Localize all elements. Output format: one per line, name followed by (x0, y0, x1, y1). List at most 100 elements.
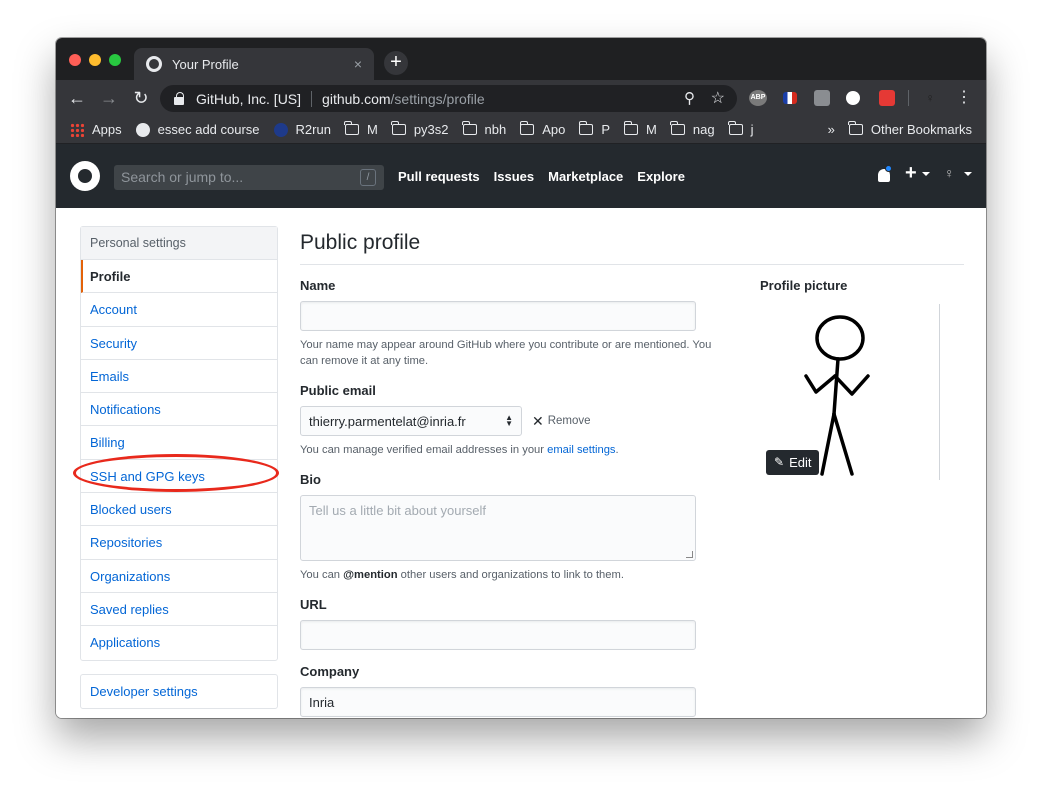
address-bar[interactable]: GitHub, Inc. [US] github.com/settings/pr… (160, 85, 737, 112)
sidebar-item-repositories[interactable]: Repositories (81, 526, 277, 560)
email-note-text: You can manage verified email addresses … (300, 444, 548, 456)
header-nav: Pull requests Issues Marketplace Explore (398, 144, 699, 208)
email-settings-link[interactable]: email settings (547, 444, 615, 456)
bookmark-label: essec add course (157, 122, 260, 137)
tab-strip: Your Profile × + (56, 38, 986, 80)
email-label: Public email (300, 383, 376, 398)
bio-note-mention: @mention (343, 569, 398, 581)
bookmark-folder[interactable]: P (578, 121, 611, 137)
bookmark-folder[interactable]: M (623, 121, 657, 137)
bookmark-label: Apo (542, 122, 566, 137)
sidebar-item-organizations[interactable]: Organizations (81, 560, 277, 593)
minimize-window-button[interactable] (89, 54, 101, 66)
bookmark-folder[interactable]: nbh (462, 121, 506, 137)
browser-toolbar: ← → ↻ GitHub, Inc. [US] github.com/setti… (56, 80, 986, 116)
french-flag-extension-icon[interactable] (783, 92, 797, 104)
folder-icon (391, 121, 406, 135)
name-field[interactable] (300, 301, 696, 331)
sidebar-item-notifications[interactable]: Notifications (81, 393, 277, 427)
sidebar-item-applications[interactable]: Applications (81, 626, 277, 659)
email-note-period: . (615, 444, 619, 456)
chevron-down-icon[interactable] (922, 172, 930, 176)
main-panel: Public profile Name Your name may appear… (300, 226, 964, 717)
r2run-favicon-icon (273, 122, 288, 137)
url-label: URL (300, 597, 327, 612)
bookmark-folder[interactable]: Apo (519, 121, 566, 137)
forward-arrow-icon[interactable]: → (98, 87, 120, 109)
folder-icon (623, 121, 639, 135)
nav-marketplace[interactable]: Marketplace (548, 169, 623, 184)
sidebar-item-ssh-gpg-keys[interactable]: SSH and GPG keys (81, 460, 277, 494)
nav-issues[interactable]: Issues (494, 169, 534, 184)
user-avatar[interactable]: ♀ (944, 165, 958, 185)
bookmark-label: Apps (92, 122, 122, 137)
bookmark-star-icon[interactable]: ☆ (711, 88, 725, 108)
folder-icon (670, 121, 685, 135)
sidebar-item-billing[interactable]: Billing (81, 426, 277, 460)
sidebar-item-security[interactable]: Security (81, 327, 277, 360)
kebab-menu-icon[interactable]: ⋮ (956, 87, 972, 109)
github-logo-icon[interactable] (70, 161, 100, 191)
sidebar-item-profile[interactable]: Profile (81, 260, 277, 294)
bookmark-essec[interactable]: essec add course (135, 122, 260, 137)
search-input[interactable]: Search or jump to... / (114, 165, 384, 190)
edit-picture-button[interactable]: ✎ Edit (766, 450, 820, 475)
bookmark-apps[interactable]: Apps (70, 122, 122, 137)
url-field[interactable] (300, 620, 696, 650)
browser-window: Your Profile × + ← → ↻ GitHub, Inc. [US]… (56, 38, 986, 718)
bookmark-folder[interactable]: nag (670, 121, 715, 137)
close-window-button[interactable] (69, 54, 81, 66)
nav-pull-requests[interactable]: Pull requests (398, 169, 480, 184)
bookmark-folder[interactable]: py3s2 (391, 121, 449, 137)
bookmark-r2run[interactable]: R2run (273, 122, 331, 137)
bio-textarea[interactable]: Tell us a little bit about yourself (300, 495, 696, 561)
reload-icon[interactable]: ↻ (130, 87, 152, 109)
search-shortcut-badge: / (360, 169, 376, 186)
sidebar-item-developer-settings[interactable]: Developer settings (80, 673, 278, 709)
search-placeholder: Search or jump to... (121, 169, 244, 185)
pdf-extension-icon[interactable] (879, 90, 895, 106)
maximize-window-button[interactable] (109, 54, 121, 66)
magnifier-extension-icon[interactable] (846, 91, 860, 105)
bio-group: Bio Tell us a little bit about yourself … (300, 472, 730, 583)
lock-icon (174, 91, 184, 105)
more-bookmarks-chevron-icon[interactable]: » (828, 122, 835, 137)
new-tab-button[interactable]: + (384, 51, 408, 75)
bookmark-label: P (601, 122, 611, 137)
bio-note-prefix: You can (300, 569, 344, 581)
tab-close-icon[interactable]: × (354, 56, 362, 72)
zoom-icon[interactable]: ⚲ (684, 89, 695, 107)
sidebar-item-blocked-users[interactable]: Blocked users (81, 493, 277, 527)
back-arrow-icon[interactable]: ← (66, 87, 88, 109)
folder-icon (462, 121, 477, 135)
sidebar-item-emails[interactable]: Emails (81, 360, 277, 394)
email-note: You can manage verified email addresses … (300, 442, 730, 458)
select-arrows-icon: ▲ ▼ (505, 413, 513, 428)
bookmark-label: j (750, 122, 754, 137)
chat-extension-icon[interactable] (814, 90, 830, 106)
public-email-value: thierry.parmentelat@inria.fr (309, 413, 466, 429)
resize-handle-icon[interactable] (686, 551, 693, 558)
remove-label: Remove (547, 415, 591, 427)
profile-picture-label: Profile picture (760, 278, 848, 293)
company-label: Company (300, 664, 360, 679)
bookmark-folder[interactable]: j (728, 121, 754, 137)
company-field[interactable] (300, 687, 696, 717)
page-title: Public profile (300, 226, 964, 265)
browser-tab[interactable]: Your Profile × (134, 48, 374, 80)
sidebar-item-saved-replies[interactable]: Saved replies (81, 593, 277, 627)
adblock-extension-icon[interactable]: ABP (749, 90, 767, 106)
other-bookmarks-label: Other Bookmarks (870, 122, 972, 137)
sidebar-item-account[interactable]: Account (81, 293, 277, 327)
url-host: github.com (322, 90, 391, 107)
profile-picture-section: Profile picture ✎ Edit (760, 278, 960, 480)
bookmark-folder[interactable]: M (344, 121, 378, 137)
public-email-select[interactable]: thierry.parmentelat@inria.fr ▲ ▼ (300, 406, 522, 436)
personal-settings-menu: Personal settings Profile Account Securi… (80, 226, 278, 661)
remove-email-button[interactable]: ✕ Remove (532, 413, 591, 430)
profile-avatar-icon[interactable]: ♀ (925, 90, 935, 106)
other-bookmarks[interactable]: Other Bookmarks (848, 121, 972, 137)
chevron-down-icon[interactable] (964, 172, 972, 176)
nav-explore[interactable]: Explore (637, 169, 685, 184)
create-new-plus-icon[interactable]: + (905, 162, 917, 185)
